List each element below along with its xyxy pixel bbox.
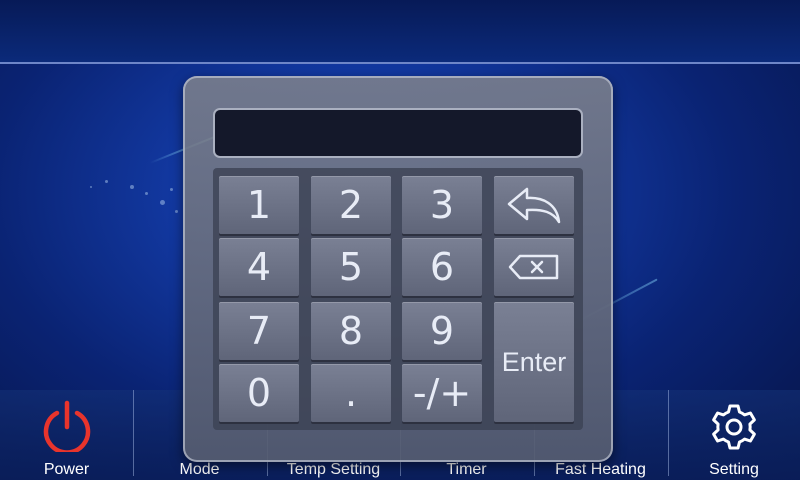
key-4[interactable]: 4	[219, 238, 299, 296]
fast-heating-label: Fast Heating	[555, 461, 646, 478]
key-2[interactable]: 2	[311, 176, 391, 234]
temp-setting-label: Temp Setting	[286, 461, 381, 478]
power-label: Power	[43, 461, 90, 478]
dust-particle	[130, 185, 134, 189]
key-sign[interactable]: -/+	[402, 364, 482, 422]
gear-icon	[709, 402, 759, 457]
key-9[interactable]: 9	[402, 302, 482, 360]
dust-particle	[160, 200, 165, 205]
key-3[interactable]: 3	[402, 176, 482, 234]
back-button[interactable]	[494, 176, 574, 234]
back-arrow-icon	[505, 184, 563, 226]
setting-button[interactable]: Setting	[668, 390, 800, 480]
clear-button[interactable]	[494, 238, 574, 296]
dust-particle	[170, 188, 173, 191]
key-0[interactable]: 0	[219, 364, 299, 422]
backspace-icon	[508, 253, 560, 281]
power-icon	[40, 400, 94, 457]
top-bar	[0, 0, 800, 64]
numeric-keypad: 1 2 3 4 5 6 7 8 9 Enter 0 . -/+	[183, 76, 613, 462]
key-7[interactable]: 7	[219, 302, 299, 360]
power-button[interactable]: Power	[0, 390, 133, 480]
setting-label: Setting	[709, 461, 759, 478]
key-6[interactable]: 6	[402, 238, 482, 296]
timer-label: Timer	[446, 461, 487, 478]
key-8[interactable]: 8	[311, 302, 391, 360]
dust-particle	[145, 192, 148, 195]
dust-particle	[105, 180, 108, 183]
key-dot[interactable]: .	[311, 364, 391, 422]
key-1[interactable]: 1	[219, 176, 299, 234]
dust-particle	[90, 186, 92, 188]
keys-area: 1 2 3 4 5 6 7 8 9 Enter 0 . -/+	[213, 168, 583, 430]
value-display	[213, 108, 583, 158]
key-5[interactable]: 5	[311, 238, 391, 296]
mode-label: Mode	[179, 461, 220, 478]
enter-button[interactable]: Enter	[494, 302, 574, 422]
dust-particle	[175, 210, 178, 213]
